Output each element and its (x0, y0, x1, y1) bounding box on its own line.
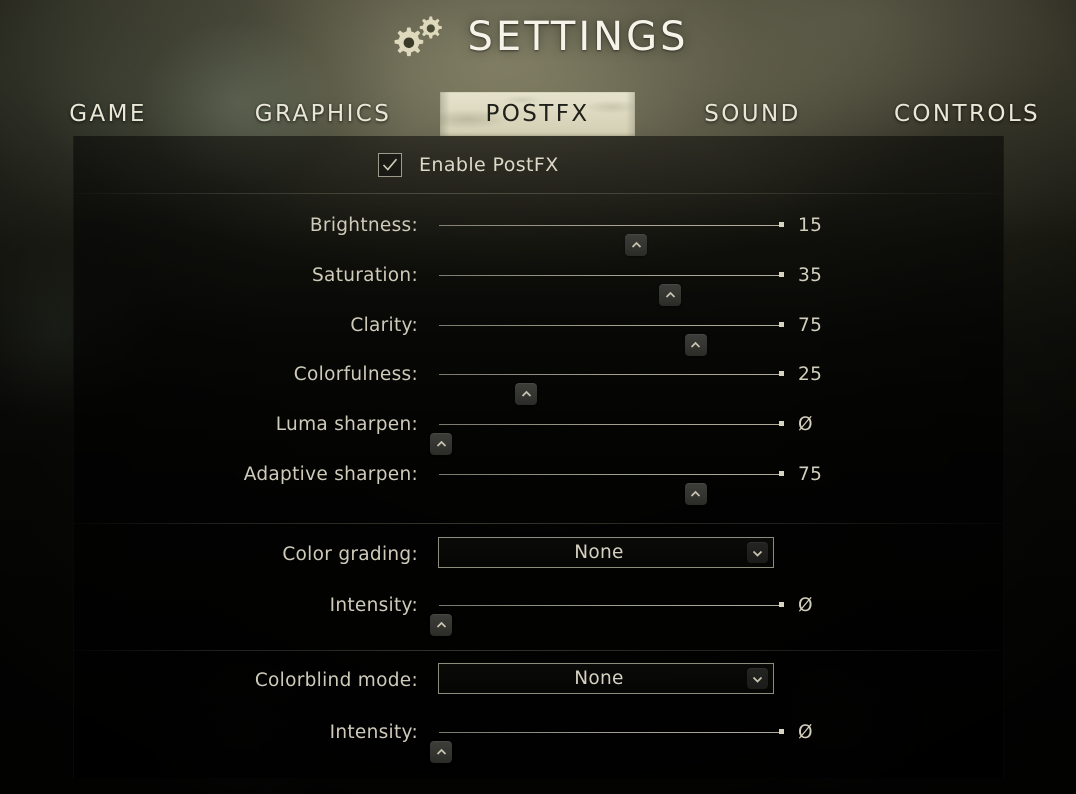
slider-saturation[interactable] (439, 262, 784, 312)
slider-track[interactable] (439, 732, 783, 733)
setting-label-color-grading: Color grading: (282, 544, 418, 565)
slider-handle-colorfulness[interactable] (515, 383, 538, 405)
slider-value-adaptive-sharpen: 75 (798, 464, 823, 485)
slider-brightness[interactable] (439, 212, 784, 262)
tab-label: GRAPHICS (254, 101, 392, 127)
section-divider-colorblind (73, 650, 1004, 651)
enable-postfx-label: Enable PostFX (419, 153, 559, 176)
tab-label: POSTFX (485, 101, 590, 127)
slider-value-luma-sharpen: Ø (798, 414, 813, 435)
setting-row-colorblind-mode: Colorblind mode: None (73, 663, 1004, 717)
tab-label: CONTROLS (893, 101, 1041, 127)
tab-label: SOUND (704, 101, 801, 127)
slider-end-marker (779, 371, 784, 376)
slider-value-brightness: 15 (798, 215, 823, 236)
header: SETTINGS (0, 0, 1076, 74)
tab-controls[interactable]: CONTROLS (894, 92, 1038, 136)
setting-row-color-grading: Color grading: None (73, 537, 1004, 591)
slider-end-marker (779, 272, 784, 277)
setting-row-saturation: Saturation: 35 (73, 262, 1004, 312)
slider-value-clarity: 75 (798, 315, 823, 336)
chevron-up-icon (436, 440, 446, 447)
enable-postfx-row[interactable]: Enable PostFX (73, 136, 1004, 193)
slider-end-marker (779, 222, 784, 227)
dropdown-value-color-grading: None (574, 542, 624, 563)
slider-handle-adaptive-sharpen[interactable] (684, 483, 707, 505)
tab-sound[interactable]: SOUND (704, 92, 798, 136)
chevron-down-icon (752, 550, 763, 557)
dropdown-arrow-colorblind-mode[interactable] (747, 668, 768, 689)
slider-track[interactable] (439, 424, 783, 425)
dropdown-color-grading[interactable]: None (438, 537, 774, 568)
slider-track[interactable] (439, 275, 783, 276)
setting-row-clarity: Clarity: 75 (73, 312, 1004, 362)
slider-handle-brightness[interactable] (625, 234, 648, 256)
slider-grading-intensity[interactable] (430, 592, 784, 642)
dropdown-arrow-color-grading[interactable] (747, 542, 768, 563)
slider-end-marker (779, 421, 784, 426)
setting-row-luma-sharpen: Luma sharpen: Ø (73, 411, 1004, 461)
slider-handle-saturation[interactable] (659, 284, 682, 306)
tab-bar: GAME GRAPHICS POSTFX SOUND CONTROLS (0, 92, 1076, 136)
slider-handle-colorblind-intensity[interactable] (430, 741, 453, 763)
dropdown-colorblind-mode[interactable]: None (438, 663, 774, 694)
chevron-up-icon (436, 621, 446, 628)
setting-label-luma-sharpen: Luma sharpen: (275, 414, 418, 435)
slider-end-marker (779, 471, 784, 476)
slider-value-colorfulness: 25 (798, 364, 823, 385)
slider-handle-clarity[interactable] (684, 334, 707, 356)
slider-track[interactable] (439, 605, 783, 606)
chevron-up-icon (691, 341, 701, 348)
settings-panel: Enable PostFX Brightness: 15 Saturation: 35… (73, 136, 1004, 778)
slider-colorblind-intensity[interactable] (430, 719, 784, 769)
slider-track[interactable] (439, 225, 783, 226)
slider-handle-luma-sharpen[interactable] (430, 433, 453, 455)
slider-colorfulness[interactable] (439, 361, 784, 411)
setting-label-colorfulness: Colorfulness: (293, 364, 418, 385)
setting-row-brightness: Brightness: 15 (73, 212, 1004, 262)
chevron-up-icon (521, 390, 531, 397)
enable-postfx-checkbox[interactable] (378, 152, 402, 177)
slider-value-colorblind-intensity: Ø (798, 722, 813, 743)
chevron-up-icon (436, 748, 446, 755)
chevron-up-icon (631, 241, 641, 248)
section-divider-image-adjust (73, 193, 1004, 194)
section-divider-color-grading (73, 523, 1004, 524)
tab-postfx[interactable]: POSTFX (440, 92, 635, 136)
setting-label-colorblind-mode: Colorblind mode: (254, 670, 418, 691)
setting-row-grading-intensity: Intensity: Ø (73, 592, 1004, 642)
page-title: SETTINGS (467, 14, 689, 60)
setting-row-colorfulness: Colorfulness: 25 (73, 361, 1004, 411)
slider-track[interactable] (439, 325, 783, 326)
setting-label-grading-intensity: Intensity: (329, 595, 418, 616)
setting-label-saturation: Saturation: (312, 265, 418, 286)
setting-row-colorblind-intensity: Intensity: Ø (73, 719, 1004, 769)
setting-label-adaptive-sharpen: Adaptive sharpen: (243, 464, 418, 485)
setting-label-brightness: Brightness: (309, 215, 418, 236)
slider-end-marker (779, 322, 784, 327)
slider-track[interactable] (439, 474, 783, 475)
chevron-up-icon (665, 291, 675, 298)
tab-graphics[interactable]: GRAPHICS (255, 92, 389, 136)
checkmark-icon (382, 158, 398, 171)
tab-game[interactable]: GAME (69, 92, 144, 136)
slider-value-saturation: 35 (798, 265, 823, 286)
setting-label-clarity: Clarity: (350, 315, 418, 336)
slider-end-marker (779, 729, 784, 734)
slider-handle-grading-intensity[interactable] (430, 614, 453, 636)
slider-adaptive-sharpen[interactable] (439, 461, 784, 511)
setting-row-adaptive-sharpen: Adaptive sharpen: 75 (73, 461, 1004, 511)
slider-end-marker (779, 602, 784, 607)
dropdown-value-colorblind-mode: None (574, 668, 624, 689)
slider-value-grading-intensity: Ø (798, 595, 813, 616)
tab-label: GAME (69, 101, 147, 127)
gears-icon (394, 16, 442, 57)
settings-screen: SETTINGS GAME GRAPHICS POSTFX SOUND CONTROLS… (0, 0, 1076, 794)
chevron-up-icon (691, 490, 701, 497)
slider-clarity[interactable] (439, 312, 784, 362)
setting-label-colorblind-intensity: Intensity: (329, 722, 418, 743)
chevron-down-icon (752, 676, 763, 683)
slider-track[interactable] (439, 374, 783, 375)
slider-luma-sharpen[interactable] (430, 411, 784, 461)
